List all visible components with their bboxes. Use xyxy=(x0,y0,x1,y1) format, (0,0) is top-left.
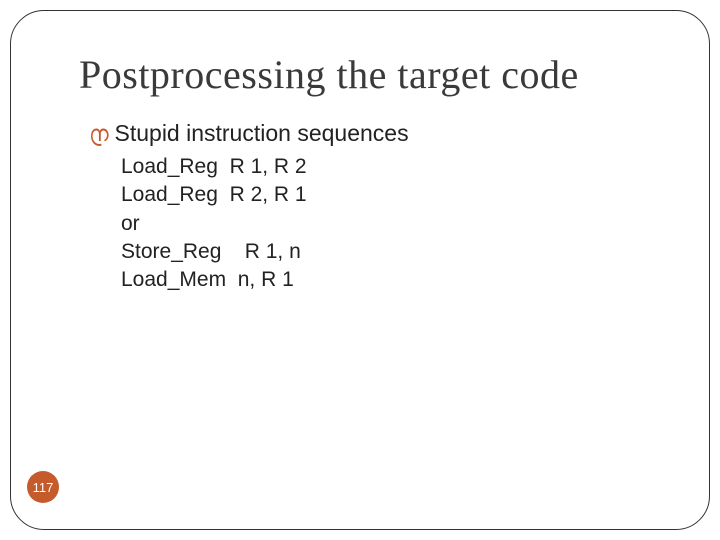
page-number-badge: 117 xyxy=(27,471,59,503)
code-block: Load_Reg R 1, R 2 Load_Reg R 2, R 1 or S… xyxy=(121,153,659,295)
bullet-text: Stupid instruction sequences xyxy=(115,120,409,147)
slide-title: Postprocessing the target code xyxy=(79,51,659,98)
page-number: 117 xyxy=(33,480,54,495)
code-line: Load_Reg R 1, R 2 xyxy=(121,153,659,181)
code-line: Load_Reg R 2, R 1 xyxy=(121,181,659,209)
bullet-item: ൱ Stupid instruction sequences xyxy=(91,120,659,147)
code-line: or xyxy=(121,210,659,238)
swirl-bullet-icon: ൱ xyxy=(91,123,111,145)
slide-frame: Postprocessing the target code ൱ Stupid … xyxy=(10,10,710,530)
code-line: Store_Reg R 1, n xyxy=(121,238,659,266)
code-line: Load_Mem n, R 1 xyxy=(121,266,659,294)
